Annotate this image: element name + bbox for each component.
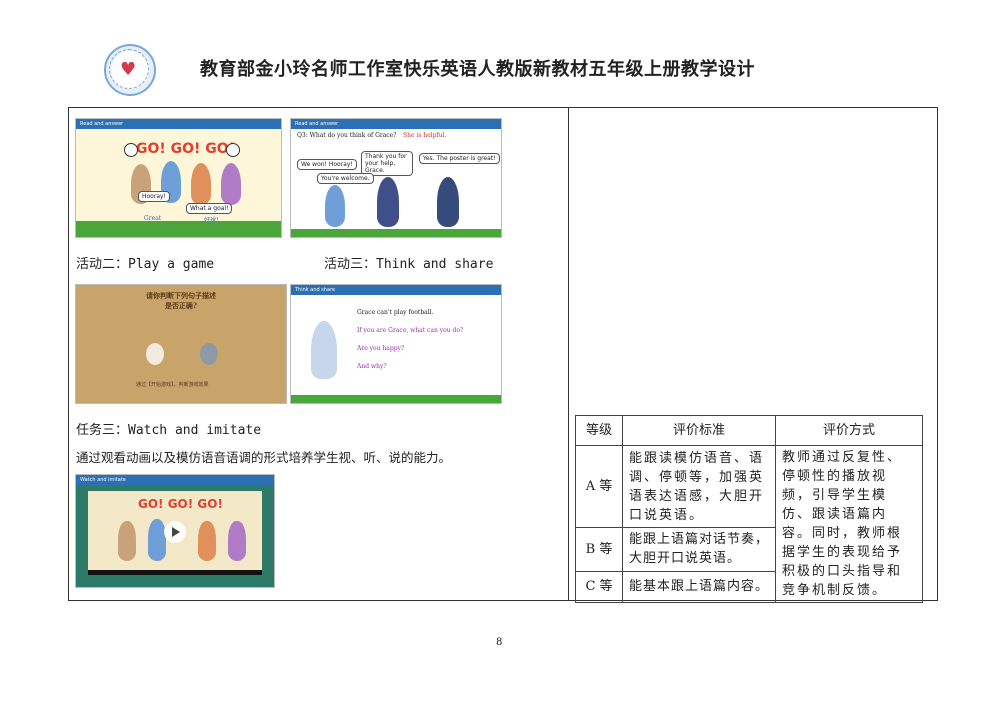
game-title: 请你判断下列句子描述是否正确? xyxy=(146,291,216,310)
grass-strip xyxy=(291,229,501,237)
column-divider xyxy=(568,108,569,600)
studio-logo: ♥ xyxy=(104,44,156,96)
slide-bar: Read and answer xyxy=(291,119,501,129)
criteria-cell: 能跟读模仿语音、语调、停顿等，加强英语表达语感，大胆开口说英语。 xyxy=(622,444,776,529)
crowd-figure xyxy=(228,521,246,561)
answer-text: She is helpful. xyxy=(403,132,447,139)
play-icon[interactable] xyxy=(164,521,186,543)
activity-three-label: 活动三：Think and share xyxy=(324,257,494,272)
slide-think-share: Think and share Grace can't play footbal… xyxy=(290,284,502,404)
speech-bubble: We won! Hooray! xyxy=(297,159,357,170)
girl-figure xyxy=(377,177,399,227)
share-line-1: Grace can't play football. xyxy=(357,309,434,316)
evaluation-table: 等级 评价标准 评价方式 A 等 能跟读模仿语音、语调、停顿等，加强英语表达语感… xyxy=(575,415,923,604)
crowd-figure xyxy=(198,521,216,561)
slide-play-game: 请你判断下列句子描述是否正确? 通过【开始游戏】，判断游戏效果 xyxy=(75,284,287,404)
slide-read-answer-2: Read and answer Q3: What do you think of… xyxy=(290,118,502,238)
speech-bubble: What a goal! xyxy=(186,203,233,214)
slide-bar: Think and share xyxy=(291,285,501,295)
speech-bubble: Yes. The poster is great! xyxy=(419,153,500,164)
slide-bar-label: Think and share xyxy=(295,287,336,293)
table-header-row: 等级 评价标准 评价方式 xyxy=(575,415,923,446)
grace-figure xyxy=(311,321,337,379)
level-cell: B 等 xyxy=(575,527,623,572)
crowd-figure xyxy=(148,519,166,561)
slide-watch-imitate: Watch and imitate GO! GO! GO! xyxy=(75,474,275,588)
slide-bar-label: Watch and imitate xyxy=(80,477,126,483)
grace-figure xyxy=(325,185,345,227)
header-level: 等级 xyxy=(575,415,623,446)
slide-bar-label: Read and answer xyxy=(295,121,339,127)
slide-bar-label: Read and answer xyxy=(80,121,124,127)
grass-strip xyxy=(291,395,501,403)
grass-strip xyxy=(76,221,281,237)
criteria-cell: 能跟上语篇对话节奏，大胆开口说英语。 xyxy=(622,527,776,572)
go-banner: GO! GO! GO! xyxy=(138,497,223,511)
girl-figure xyxy=(437,177,459,227)
task-three-label: 任务三：Watch and imitate xyxy=(76,423,262,438)
method-cell: 教师通过反复性、停顿性的播放视频，引导学生模仿、跟读语篇内容。同时，教师根据学生… xyxy=(775,445,923,603)
question-text: Q3: What do you think of Grace? xyxy=(297,132,397,139)
slide-bar: Read and answer xyxy=(76,119,281,129)
slide-bar: Watch and imitate xyxy=(76,475,274,485)
share-line-4: And why? xyxy=(357,363,387,370)
header-criteria: 评价标准 xyxy=(622,415,776,446)
task-three-description: 通过观看动画以及模仿语音语调的形式培养学生视、听、说的能力。 xyxy=(76,450,452,465)
crowd-figure xyxy=(118,521,136,561)
go-banner: GO! GO! GO! xyxy=(136,141,236,157)
header-method: 评价方式 xyxy=(775,415,923,446)
video-controls[interactable] xyxy=(88,570,262,575)
criteria-cell: 能基本跟上语篇内容。 xyxy=(622,570,776,604)
level-cell: A 等 xyxy=(575,444,623,529)
page-title: 教育部金小玲名师工作室快乐英语人教版新教材五年级上册教学设计 xyxy=(200,59,755,80)
share-line-2: If you are Grace, what can you do? xyxy=(357,327,464,334)
share-line-3: Are you happy? xyxy=(357,345,405,352)
activity-two-label: 活动二：Play a game xyxy=(76,257,215,272)
level-cell: C 等 xyxy=(575,570,623,604)
crowd-figure xyxy=(191,163,211,205)
football-icon xyxy=(226,143,240,157)
video-frame[interactable]: GO! GO! GO! xyxy=(88,491,262,575)
speech-bubble: Hooray! xyxy=(138,191,170,202)
speech-bubble: You're welcome. xyxy=(317,173,374,184)
game-instruction: 通过【开始游戏】，判断游戏效果 xyxy=(136,382,209,388)
heart-icon: ♥ xyxy=(120,59,137,80)
slide-read-answer-1: Read and answer GO! GO! GO! Hooray! What… xyxy=(75,118,282,238)
page-number: 8 xyxy=(496,637,503,648)
table-row: A 等 能跟读模仿语音、语调、停顿等，加强英语表达语感，大胆开口说英语。 教师通… xyxy=(575,444,923,603)
crowd-figure xyxy=(221,163,241,205)
football-icon xyxy=(124,143,138,157)
cat-figure xyxy=(200,343,218,365)
sheep-figure xyxy=(146,343,164,365)
